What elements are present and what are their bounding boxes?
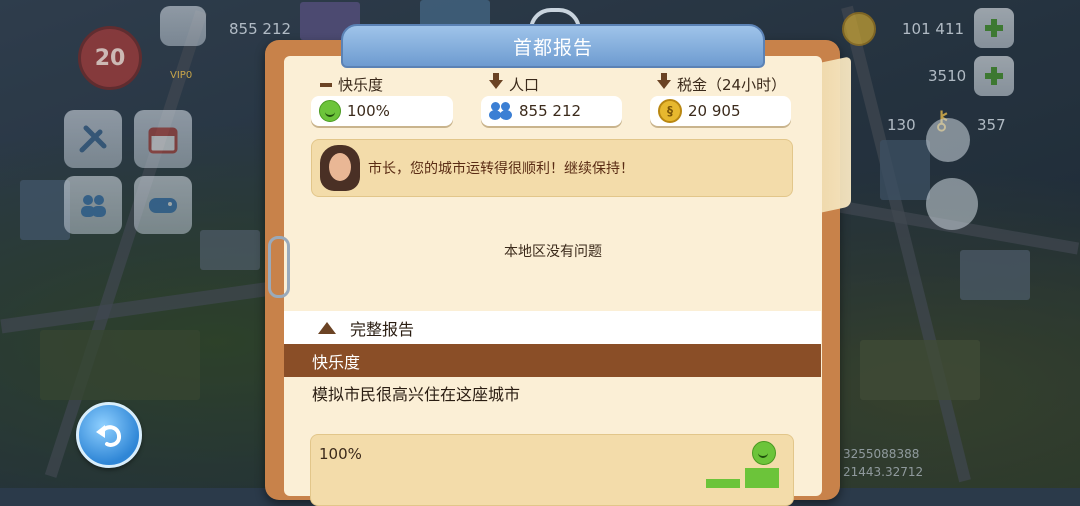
section-title: 快乐度 [312,352,361,372]
graph-max-label: 100% [319,445,362,463]
level-badge[interactable]: 20 [78,26,142,90]
level-value: 20 [94,45,126,71]
build-tools-button[interactable] [64,110,122,168]
trend-down-icon [489,73,503,89]
wrench-icon [79,125,107,153]
graph-bar-1 [706,479,740,488]
social-button[interactable] [64,176,122,234]
full-report-toggle[interactable]: 完整报告 [284,311,821,344]
task-bubble-icon[interactable] [926,178,978,230]
population-label: 人口 [509,76,540,94]
happiness-stat[interactable]: 100% [311,96,453,126]
graph-bar-2 [745,468,779,488]
collapse-triangle-icon [318,321,336,334]
section-description: 模拟市民很高兴住在这座城市 [312,385,521,404]
back-button[interactable] [76,402,142,468]
gamepad-icon [149,198,177,213]
undo-arrow-icon [96,425,121,447]
happiness-graph [310,434,794,506]
plus-icon [985,19,1003,37]
trend-down-icon [657,73,671,89]
taxes-stat[interactable]: § 20 905 [650,96,791,126]
population-value: 855 212 [519,102,582,120]
taxes-value: 20 905 [688,102,741,120]
trend-flat-icon [320,82,332,87]
contests-button[interactable] [134,176,192,234]
happiness-label: 快乐度 [338,76,384,94]
vip-badge[interactable]: VIP0 [170,70,192,81]
population-stat[interactable]: 855 212 [481,96,622,126]
graph-smiley-icon [752,441,776,465]
full-report-label: 完整报告 [350,319,415,339]
hud-population: 855 212 [229,20,292,38]
overlay-number-2: 21443.32712 [843,465,924,479]
smiley-icon [319,100,341,122]
panel-title: 首都报告 [341,24,765,68]
simoleon-coin-icon: § [658,99,682,123]
taxes-label-row: 税金（24小时） [657,73,787,95]
hud-simcash: 3510 [928,67,967,85]
advisor-message: 市长，您的城市运转得很顺利！继续保持！ [368,161,634,177]
people-icon [81,195,106,217]
no-issues-text: 本地区没有问题 [504,244,602,260]
hud-keys-left: 130 [887,116,916,134]
calendar-icon [148,127,178,154]
section-header-happiness[interactable]: 快乐度 [284,344,821,377]
coin-icon [842,12,876,46]
advisor-avatar [320,145,360,191]
hud-coins: 101 411 [902,20,965,38]
notice-bubble-icon[interactable] [926,118,970,162]
happiness-value: 100% [347,102,390,120]
population-icon [489,102,513,120]
overlay-number-1: 3255088388 [843,447,920,461]
hud-keys-right: 357 [977,116,1006,134]
add-simcash-button[interactable] [974,56,1014,96]
events-calendar-button[interactable] [134,110,192,168]
plus-icon [985,67,1003,85]
taxes-label: 税金（24小时） [677,76,787,94]
population-label-row: 人口 [489,73,540,95]
friends-icon[interactable] [160,6,206,46]
happiness-label-row: 快乐度 [320,74,383,95]
add-coins-button[interactable] [974,8,1014,48]
